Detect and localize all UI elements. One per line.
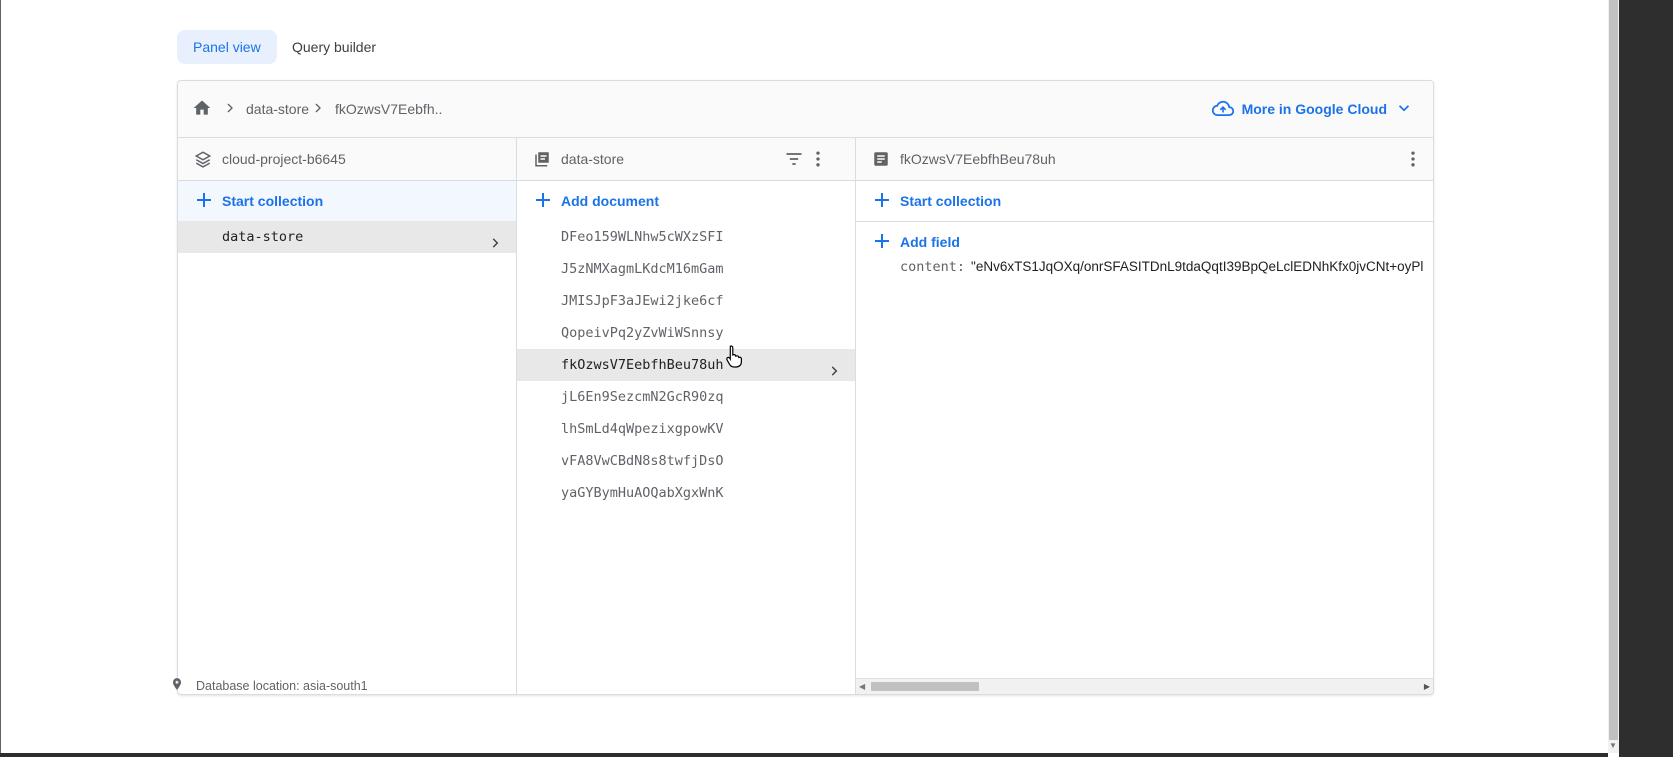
page-scrollbar[interactable]: ▼	[1608, 0, 1619, 753]
field-key: content:	[900, 259, 966, 275]
location-text: Database location: asia-south1	[196, 678, 368, 693]
collection-title: data-store	[561, 151, 625, 167]
chevron-right-icon	[222, 100, 238, 121]
chevron-right-icon	[310, 100, 326, 121]
add-document-label: Add document	[561, 193, 659, 209]
add-document-button[interactable]: Add document	[517, 181, 855, 221]
start-collection-button[interactable]: Start collection	[178, 181, 516, 221]
filter-icon[interactable]	[784, 149, 804, 174]
plus-icon	[196, 192, 212, 211]
chevron-right-icon	[488, 230, 502, 262]
scroll-left-icon[interactable]: ◀	[859, 682, 865, 691]
scroll-right-icon[interactable]: ▶	[1424, 682, 1430, 691]
window-bottom-edge	[0, 753, 1608, 757]
list-item[interactable]: DFeo159WLNhw5cWXzSFI	[517, 221, 855, 253]
list-item[interactable]: data-store	[178, 221, 516, 253]
layers-icon	[194, 150, 212, 173]
home-icon[interactable]	[192, 98, 212, 123]
project-panel: cloud-project-b6645 Start collection dat…	[178, 138, 517, 694]
data-panel-card: data-store fkOzwsV7Eebfh.. More in Googl…	[177, 80, 1434, 695]
breadcrumb-collection[interactable]: data-store	[246, 100, 309, 118]
plus-icon	[874, 233, 890, 252]
start-subcollection-button[interactable]: Start collection	[856, 181, 1433, 221]
chevron-down-icon	[1395, 99, 1413, 120]
breadcrumb: data-store fkOzwsV7Eebfh.. More in Googl…	[178, 81, 1433, 138]
horizontal-scrollbar[interactable]: ◀ ▶	[856, 678, 1433, 694]
more-vert-icon[interactable]	[1405, 149, 1421, 174]
scrollbar-thumb[interactable]	[1609, 0, 1618, 740]
location-pin-icon	[170, 677, 184, 694]
list-item[interactable]: JMISJpF3aJEwi2jke6cf	[517, 285, 855, 317]
breadcrumb-document[interactable]: fkOzwsV7Eebfh..	[335, 100, 442, 118]
more-vert-icon[interactable]	[810, 149, 826, 174]
cloud-button-label: More in Google Cloud	[1241, 101, 1387, 117]
plus-icon	[535, 192, 551, 211]
collection-name: data-store	[222, 229, 304, 245]
list-item[interactable]: jL6En9SezcmN2GcR90zq	[517, 381, 855, 413]
field-value: "eNv6xTS1JqOXq/onrSFASITDnL9tdaQqtI39BpQ…	[971, 259, 1424, 274]
start-collection-label: Start collection	[900, 193, 1002, 209]
tab-query-builder[interactable]: Query builder	[276, 30, 392, 64]
list-item[interactable]: J5zNMXagmLKdcM16mGam	[517, 253, 855, 285]
collection-panel-header: data-store	[517, 138, 855, 181]
project-title: cloud-project-b6645	[222, 151, 346, 167]
list-item[interactable]: fkOzwsV7EebfhBeu78uh	[517, 349, 855, 381]
project-panel-header: cloud-project-b6645	[178, 138, 516, 181]
collection-panel: data-store Add document DFeo159WLNhw5cWX…	[517, 138, 856, 694]
database-location: Database location: asia-south1	[170, 677, 368, 694]
collection-icon	[533, 150, 551, 173]
list-item[interactable]: QopeivPq2yZvWiWSnnsy	[517, 317, 855, 349]
more-in-google-cloud-button[interactable]: More in Google Cloud	[1211, 97, 1413, 121]
document-title: fkOzwsV7EebfhBeu78uh	[900, 151, 1056, 167]
add-field-button[interactable]: Add field	[856, 222, 1433, 262]
add-field-label: Add field	[900, 234, 960, 250]
scrollbar-thumb[interactable]	[871, 682, 979, 691]
list-item[interactable]: lhSmLd4qWpezixgpowKV	[517, 413, 855, 445]
hand-cursor-icon	[725, 344, 745, 373]
document-field[interactable]: content: "eNv6xTS1JqOXq/onrSFASITDnL9tdaQ…	[900, 259, 1423, 275]
document-id: fkOzwsV7EebfhBeu78uh	[561, 357, 724, 373]
scroll-down-icon[interactable]: ▼	[1609, 742, 1617, 750]
start-collection-label: Start collection	[222, 193, 324, 209]
document-icon	[872, 150, 890, 173]
document-panel-header: fkOzwsV7EebfhBeu78uh	[856, 138, 1433, 181]
list-item[interactable]: yaGYBymHuAOQabXgxWnK	[517, 477, 855, 509]
document-panel: fkOzwsV7EebfhBeu78uh Start collection Ad…	[856, 138, 1433, 694]
list-item[interactable]: vFA8VwCBdN8s8twfjDsO	[517, 445, 855, 477]
window-left-edge	[0, 0, 1, 757]
plus-icon	[874, 192, 890, 211]
window-edge	[1619, 0, 1673, 757]
tab-panel-view[interactable]: Panel view	[177, 30, 277, 64]
cloud-icon	[1211, 100, 1234, 119]
